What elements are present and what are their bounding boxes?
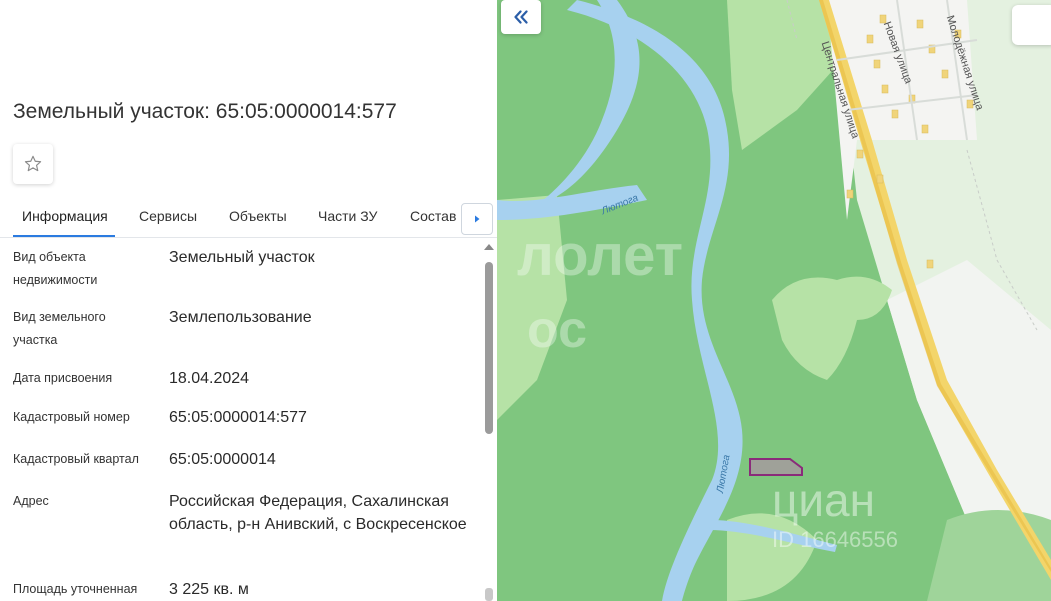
tabs-next-button[interactable] <box>461 203 493 235</box>
tab-information[interactable]: Информация <box>22 208 108 224</box>
info-panel: Земельный участок: 65:05:0000014:577 Инф… <box>0 0 497 601</box>
tab-parcel-parts[interactable]: Части ЗУ <box>318 208 377 224</box>
property-value: Земельный участок <box>169 249 315 266</box>
property-value: 18.04.2024 <box>169 370 250 387</box>
chevron-right-icon <box>475 215 480 223</box>
tab-objects[interactable]: Объекты <box>229 208 287 224</box>
property-label: Кадастровый квартал <box>13 452 139 466</box>
star-outline-icon <box>24 155 42 172</box>
tab-bar: Информация Сервисы Объекты Части ЗУ Сост… <box>0 196 497 238</box>
scrollbar-thumb[interactable] <box>485 262 493 434</box>
property-label: Вид объекта недвижимости <box>13 250 98 287</box>
property-label: Дата присвоения <box>13 371 113 385</box>
favorite-button[interactable] <box>13 144 53 184</box>
property-value: 3 225 кв. м <box>169 581 249 598</box>
double-chevron-left-icon <box>514 10 528 24</box>
property-value: 65:05:0000014:577 <box>169 409 307 426</box>
watermark-text: лолет <box>517 223 684 288</box>
property-value: 65:05:0000014 <box>169 451 276 468</box>
watermark-text: ID 16646556 <box>772 527 898 552</box>
collapse-panel-button[interactable] <box>501 0 541 34</box>
tab-services[interactable]: Сервисы <box>139 208 197 224</box>
property-label: Вид земельного участка <box>13 310 106 347</box>
watermark-text: циан <box>772 474 876 526</box>
scrollbar-bottom <box>485 588 493 601</box>
active-tab-indicator <box>13 235 115 237</box>
page-title: Земельный участок: 65:05:0000014:577 <box>13 100 397 123</box>
tab-composition[interactable]: Состав <box>410 208 456 224</box>
property-label: Адрес <box>13 494 49 508</box>
property-label: Кадастровый номер <box>13 410 130 424</box>
property-label: Площадь уточненная <box>13 582 138 596</box>
property-value: Российская Федерация, Сахалинская област… <box>169 493 467 533</box>
scroll-up-arrow[interactable] <box>484 244 494 250</box>
map-tool-button[interactable] <box>1012 5 1051 45</box>
watermark-text: ос <box>527 301 587 359</box>
property-value: Землепользование <box>169 309 312 326</box>
map-view[interactable]: Центральная улица Новая улица Молодёжная… <box>497 0 1051 601</box>
